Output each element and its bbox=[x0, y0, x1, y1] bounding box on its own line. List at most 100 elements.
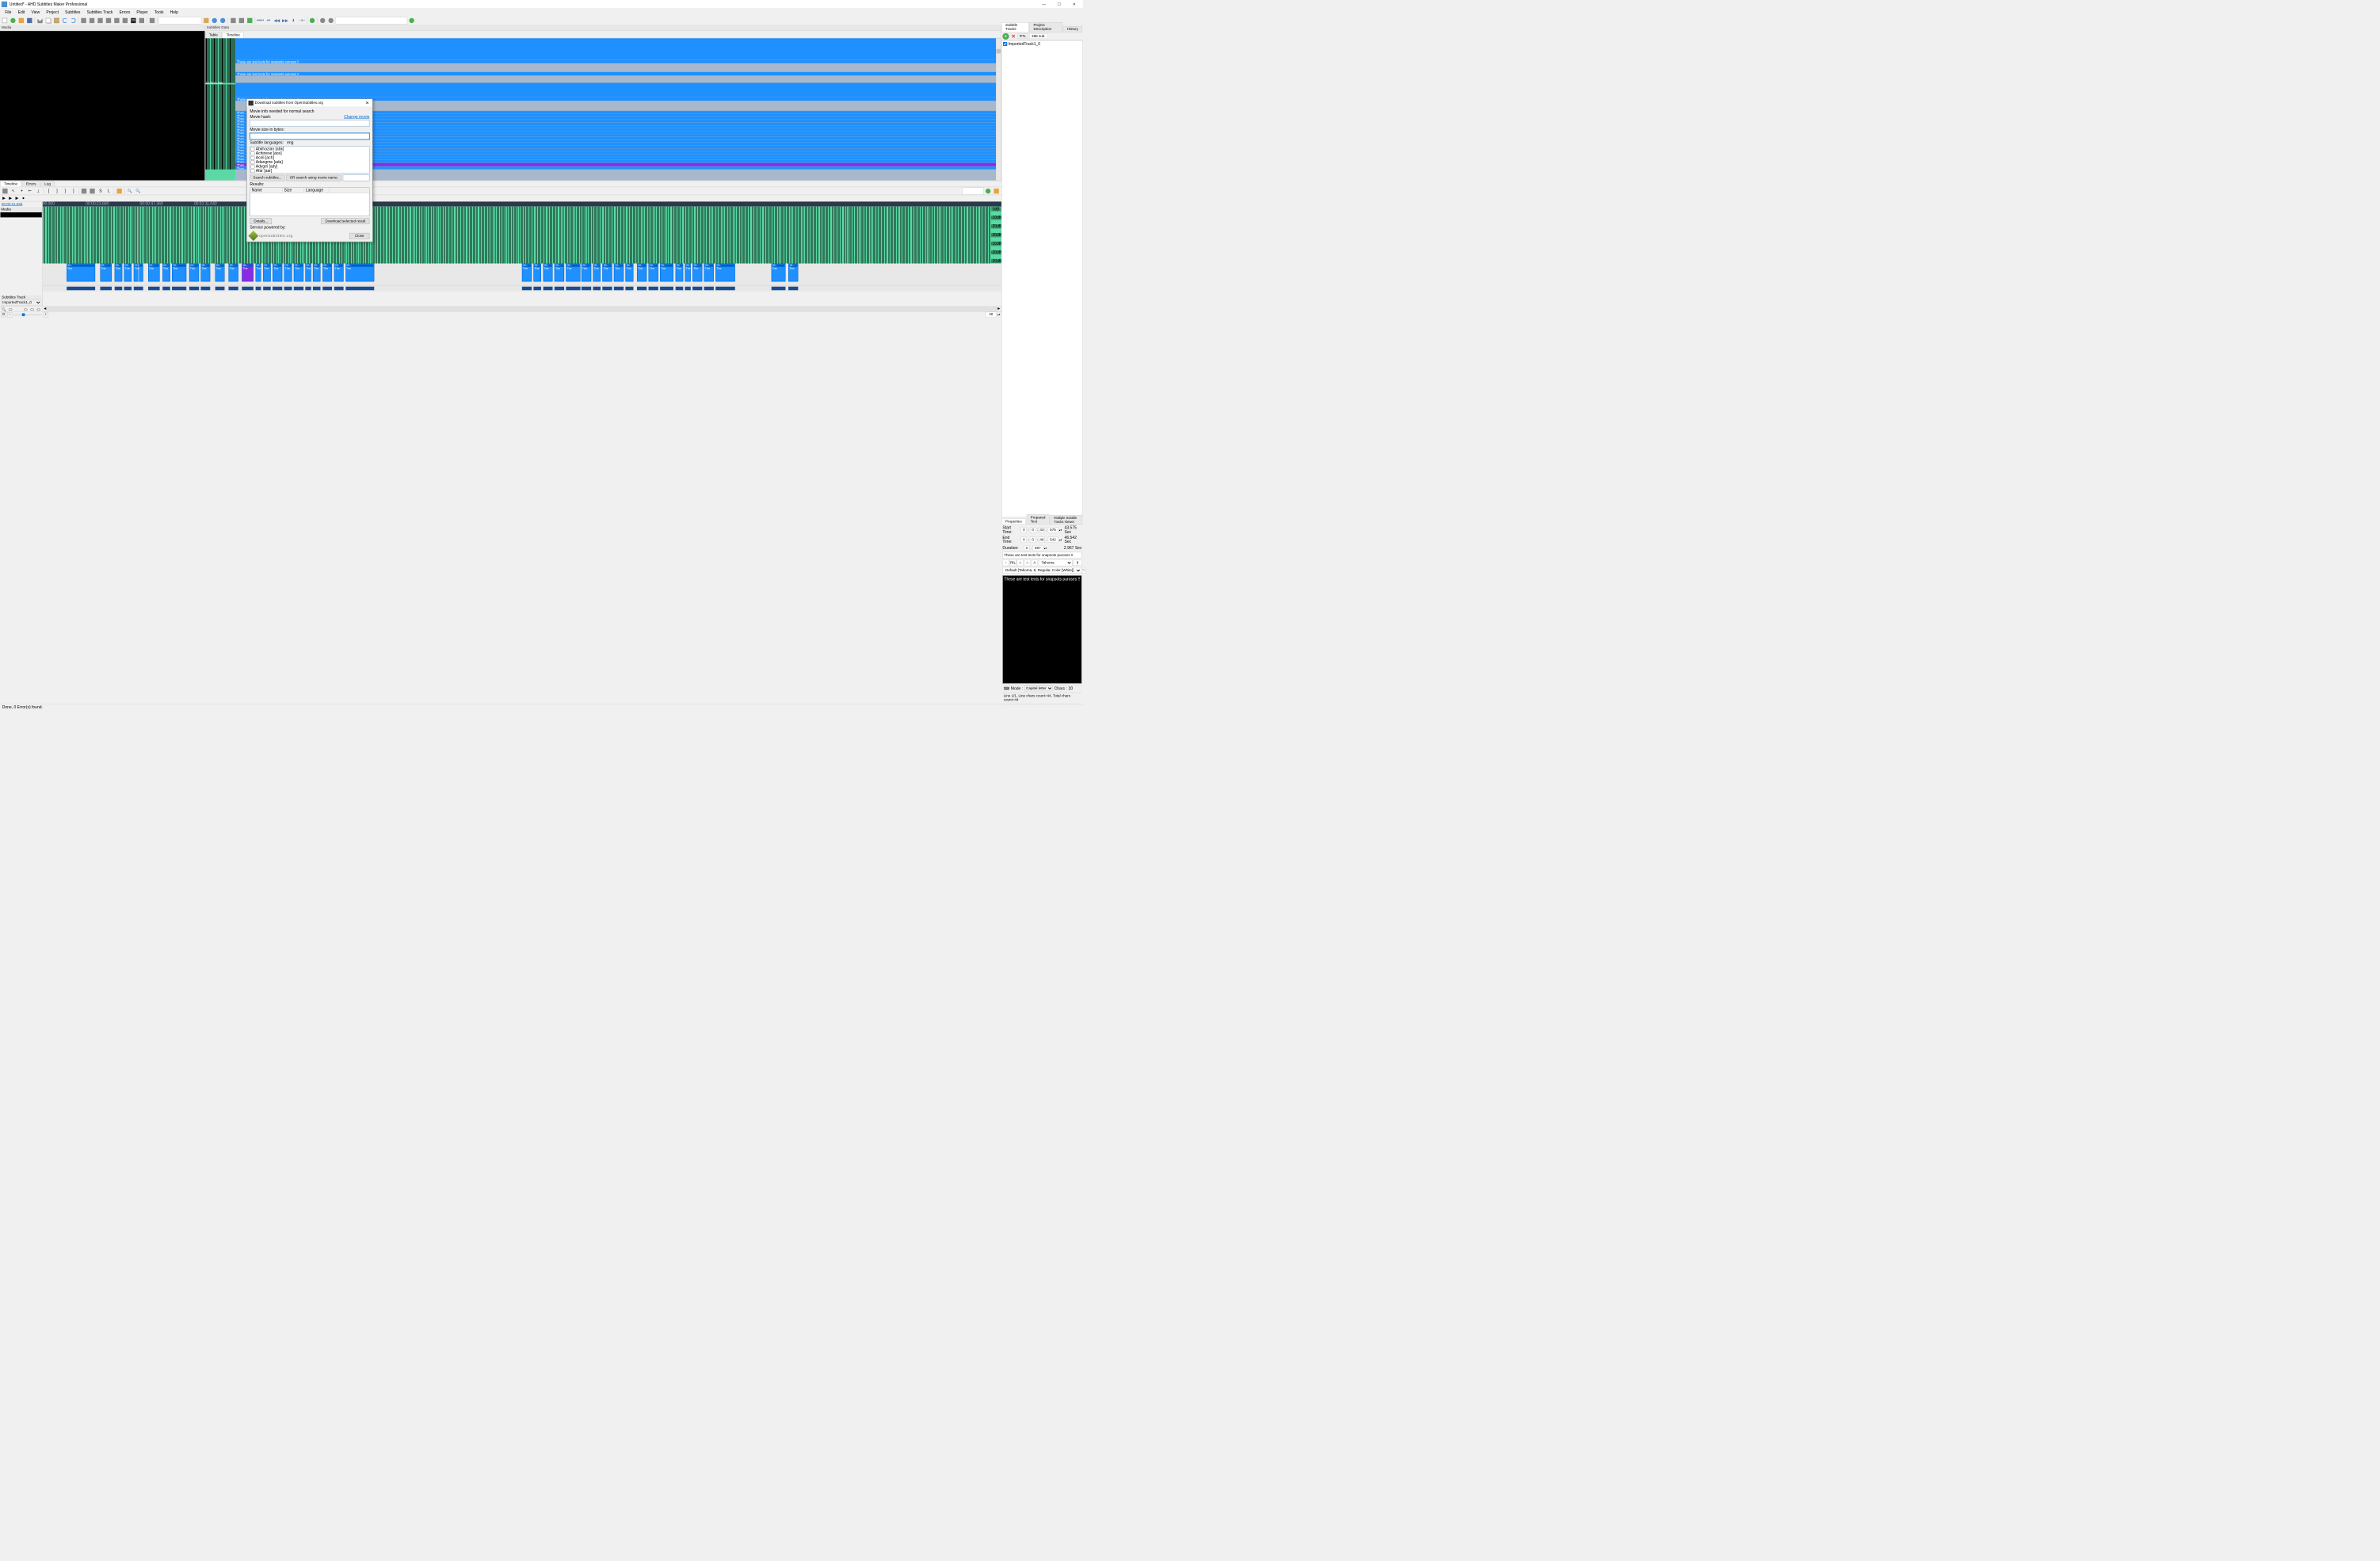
timeline-block[interactable]: 00:..The bbox=[305, 264, 311, 282]
mini-tool-1[interactable]: 🔍 bbox=[1, 307, 6, 311]
user-button[interactable] bbox=[211, 17, 219, 25]
track-list[interactable]: ImportedTrack1_0 bbox=[1001, 40, 1083, 517]
tl-zoom-in[interactable]: 🔍 bbox=[126, 187, 134, 195]
timeline-block[interactable]: 00:..The bbox=[228, 264, 238, 282]
timeline-block[interactable]: 00:..The bbox=[215, 264, 225, 282]
timeline-block[interactable]: 00:..The bbox=[685, 264, 691, 282]
next-button[interactable]: ▶▶ bbox=[281, 17, 289, 25]
toolbar-dropdown-2[interactable] bbox=[335, 17, 407, 24]
end-m[interactable] bbox=[1030, 536, 1036, 542]
tl-cursor-button[interactable]: ↖ bbox=[10, 187, 17, 195]
tool-button-5[interactable] bbox=[113, 17, 120, 25]
tl-s-button[interactable]: S bbox=[97, 187, 105, 195]
tl-play-2[interactable]: ▶ bbox=[8, 196, 13, 200]
subtitle-row[interactable] bbox=[235, 63, 996, 72]
timeline-block[interactable]: 00:..The bbox=[772, 264, 786, 282]
prev-button[interactable]: ◀◀ bbox=[273, 17, 280, 25]
subtitle-text-input[interactable] bbox=[1002, 552, 1081, 559]
tl-brace-r[interactable]: ] bbox=[70, 187, 78, 195]
tl-tool-1[interactable] bbox=[1, 187, 9, 195]
timeline-minimap[interactable] bbox=[43, 285, 1001, 292]
language-checkbox[interactable] bbox=[250, 147, 254, 151]
mode-select[interactable]: Capital letter bbox=[1024, 685, 1053, 691]
undo-button[interactable] bbox=[61, 17, 69, 25]
col-name[interactable]: Name bbox=[250, 188, 283, 193]
start-s[interactable] bbox=[1039, 527, 1044, 532]
tl-play-3[interactable]: ▶ bbox=[14, 196, 20, 200]
delete-track-button[interactable]: ✕ bbox=[1010, 33, 1016, 40]
tab-history[interactable]: History bbox=[1063, 26, 1082, 32]
start-ms[interactable] bbox=[1048, 527, 1058, 532]
split-button[interactable]: ⊣⊢ bbox=[298, 17, 306, 25]
tl-l-button[interactable]: L bbox=[105, 187, 113, 195]
timeline-block[interactable]: 00:..The bbox=[322, 264, 332, 282]
results-list[interactable]: Name Size Language bbox=[250, 188, 369, 216]
mini-tool-4[interactable]: ▭ bbox=[29, 307, 35, 311]
timeline-block[interactable]: 00:..The bbox=[67, 264, 95, 282]
dialog-close-button[interactable]: ✕ bbox=[364, 101, 371, 105]
close-button[interactable]: ✕ bbox=[1067, 1, 1081, 8]
timeline-block[interactable]: 00:..The bbox=[593, 264, 601, 282]
globe-button[interactable] bbox=[308, 17, 316, 25]
timeline-block[interactable]: 00:..The bbox=[162, 264, 170, 282]
start-h[interactable] bbox=[1021, 527, 1027, 532]
movie-name-input[interactable] bbox=[343, 174, 370, 181]
tab-timeline-btm[interactable]: Timeline bbox=[0, 181, 21, 186]
keyboard-icon[interactable]: ⌨ bbox=[1004, 686, 1009, 691]
end-ms[interactable] bbox=[1048, 536, 1058, 542]
tool-button-4[interactable] bbox=[105, 17, 113, 25]
language-checkbox[interactable] bbox=[250, 151, 254, 155]
timeline-block[interactable]: 00:..The bbox=[313, 264, 321, 282]
zoom-slider[interactable] bbox=[13, 313, 42, 317]
font-style-button[interactable]: A bbox=[1017, 559, 1024, 566]
toolbar-dropdown-1[interactable] bbox=[158, 17, 202, 24]
subtitle-row[interactable] bbox=[235, 38, 996, 59]
tl-brace-l[interactable]: ] bbox=[61, 187, 69, 195]
subtitle-row[interactable] bbox=[235, 83, 996, 97]
tab-multi-tracks-viewer[interactable]: Multiple Subtitle Tracks Viewer bbox=[1050, 515, 1082, 524]
tab-log[interactable]: Log bbox=[40, 181, 55, 186]
start-m[interactable] bbox=[1030, 527, 1036, 532]
timeline-block[interactable]: 00:..The bbox=[788, 264, 798, 282]
timeline-block[interactable]: 00:..The bbox=[242, 264, 254, 282]
timeline-block[interactable]: 00:..The bbox=[273, 264, 282, 282]
tool-button-7[interactable] bbox=[138, 17, 146, 25]
timeline-h-scrollbar[interactable]: ◀ ▶ bbox=[43, 306, 1001, 311]
tab-project-description[interactable]: Project Description bbox=[1029, 22, 1062, 32]
add-button[interactable] bbox=[9, 17, 17, 25]
open-button[interactable] bbox=[17, 17, 25, 25]
menu-project[interactable]: Project bbox=[44, 10, 62, 15]
mini-tool-2[interactable]: ▭ bbox=[8, 307, 13, 311]
timeline-block[interactable]: 00:..The bbox=[334, 264, 344, 282]
marker-button[interactable]: ⬇ bbox=[289, 17, 297, 25]
timeline-block[interactable]: 00:..The bbox=[263, 264, 271, 282]
zoom-out-button[interactable] bbox=[327, 17, 335, 25]
nav-button-1[interactable] bbox=[229, 17, 237, 25]
timeline-block[interactable]: 00:..The bbox=[172, 264, 186, 282]
zoom-value[interactable] bbox=[986, 311, 997, 317]
font-size-input[interactable] bbox=[1074, 560, 1082, 566]
menu-file[interactable]: File bbox=[2, 10, 14, 15]
rtl-button[interactable]: RTL bbox=[1017, 33, 1028, 39]
timeline-block[interactable]: 00:..The bbox=[200, 264, 210, 282]
track-checkbox[interactable] bbox=[1003, 42, 1007, 46]
mini-tool-5[interactable]: ▭ bbox=[36, 307, 41, 311]
download-result-button[interactable]: Download selected result bbox=[322, 218, 370, 224]
menu-subtitles-track[interactable]: Subtitles Track bbox=[84, 10, 116, 15]
help-button[interactable] bbox=[219, 17, 227, 25]
tl-play-1[interactable]: ▶ bbox=[1, 196, 6, 200]
tool-button-3[interactable] bbox=[96, 17, 104, 25]
language-checkbox[interactable] bbox=[250, 173, 254, 174]
end-h[interactable] bbox=[1021, 536, 1027, 542]
tool-button-1[interactable] bbox=[80, 17, 88, 25]
search-subtitles-button[interactable]: Search subtitles... bbox=[250, 174, 284, 181]
timeline-block[interactable]: 00:..The bbox=[345, 264, 374, 282]
tab-properties[interactable]: Properties bbox=[1001, 518, 1026, 524]
copy-button[interactable] bbox=[44, 17, 52, 25]
tl-dropdown[interactable] bbox=[962, 187, 983, 194]
dur-ms[interactable] bbox=[1032, 545, 1043, 551]
rewind-button[interactable]: ⏮ bbox=[265, 17, 273, 25]
zoom-in-button[interactable] bbox=[318, 17, 326, 25]
menu-tools[interactable]: Tools bbox=[151, 10, 166, 15]
tl-snap-button[interactable]: ⊥ bbox=[34, 187, 42, 195]
